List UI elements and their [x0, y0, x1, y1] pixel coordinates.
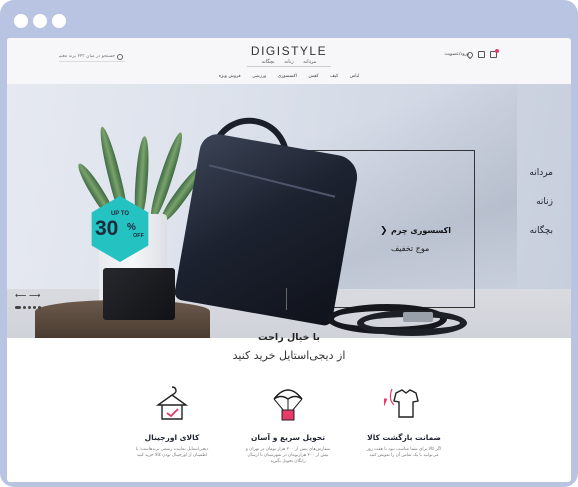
slider-dot[interactable] [15, 306, 21, 309]
slider-arrows-icon[interactable]: ⟵ ⟶ [15, 291, 40, 300]
slider-dot[interactable] [33, 306, 36, 309]
hero-category-women[interactable]: زنانه [529, 197, 553, 207]
tagline-subtitle: از دیجی‌استایل خرید کنید [232, 349, 346, 362]
slider-dots [15, 306, 41, 309]
slider-dot[interactable] [23, 306, 26, 309]
window-dot[interactable] [52, 14, 66, 28]
hero-category-men[interactable]: مردانه [529, 168, 553, 178]
hero-category-list: مردانه زنانه بچگانه [529, 168, 553, 255]
connector-line [286, 288, 287, 310]
badge-number: 30 [95, 217, 119, 240]
gender-nav: مردانه زنانه بچگانه [7, 59, 571, 65]
parachute-box-icon [273, 389, 303, 421]
nav-item-clothes[interactable]: لباس [350, 74, 360, 79]
bag-image [173, 131, 361, 327]
svg-text:7: 7 [384, 397, 388, 413]
nav-item-bags[interactable]: کیف [330, 74, 338, 79]
cart-badge [495, 49, 499, 53]
nav-item-accessories[interactable]: اکسسوری [278, 74, 297, 79]
window-controls [14, 14, 66, 28]
slider-dot[interactable] [28, 306, 31, 309]
feature-title: ضمانت بازگشت کالا [367, 433, 441, 442]
hero-category-kids[interactable]: بچگانه [529, 226, 553, 236]
page-content: DIGISTYLE مردانه زنانه بچگانه لباس کیف ک… [7, 38, 571, 482]
chevron-left-icon[interactable]: ❯ [380, 226, 388, 236]
nav-item-sale[interactable]: فروش ویژه [219, 74, 241, 79]
return-shirt-icon: 7 [378, 388, 419, 418]
promo-title[interactable]: اکسسوری چرم [391, 226, 451, 235]
main-nav: لباس کیف کفش اکسسوری ورزشی فروش ویژه [7, 74, 571, 79]
feature-original: کالای اورجینال دیجی‌استایل نماینده رسمی … [107, 383, 237, 478]
nav-item-sport[interactable]: ورزشی [252, 74, 266, 79]
belt-buckle [403, 312, 433, 322]
feature-desc: سفارش‌های بیش از ۲۰۰ هزار تومان در تهران… [245, 447, 331, 464]
feature-return: 7 ضمانت بازگشت کالا اگر کالا برای شما من… [339, 383, 469, 478]
header-icons [465, 49, 499, 59]
cart-icon[interactable] [490, 49, 499, 58]
feature-title: کالای اورجینال [144, 433, 200, 442]
browser-frame: DIGISTYLE مردانه زنانه بچگانه لباس کیف ک… [0, 0, 578, 487]
badge-off-label: OFF [133, 233, 144, 239]
slider-dot[interactable] [38, 306, 41, 309]
window-dot[interactable] [33, 14, 47, 28]
subnav-item-women[interactable]: زنانه [284, 59, 293, 65]
shirt-hanger-icon [155, 386, 189, 420]
login-link[interactable]: ورود/عضویت [444, 52, 469, 57]
subnav-item-kids[interactable]: بچگانه [262, 59, 275, 65]
nav-divider [247, 66, 331, 67]
heart-icon[interactable] [465, 50, 475, 59]
orders-icon[interactable] [478, 51, 485, 58]
nav-item-shoes[interactable]: کفش [309, 74, 319, 79]
feature-delivery: تحویل سریع و آسان سفارش‌های بیش از ۲۰۰ ه… [223, 383, 353, 478]
badge-percent: % [127, 222, 136, 233]
feature-desc: اگر کالا برای شما مناسب نبود تا هفت روز … [366, 447, 442, 458]
promo-subtitle: موج تخفیف [391, 244, 430, 253]
hero-banner[interactable]: UP TO 30 % OFF ❯ اکسسوری چرم موج تخفیف م… [7, 84, 571, 338]
tagline-title: با خیال راحت [258, 332, 320, 343]
subnav-item-men[interactable]: مردانه [303, 59, 316, 65]
site-header: DIGISTYLE مردانه زنانه بچگانه لباس کیف ک… [7, 38, 571, 84]
feature-title: تحویل سریع و آسان [250, 433, 326, 442]
feature-desc: دیجی‌استایل نماینده رسمی برندهاست؛ با اط… [135, 447, 209, 458]
wallet-image [103, 268, 175, 320]
window-dot[interactable] [14, 14, 28, 28]
